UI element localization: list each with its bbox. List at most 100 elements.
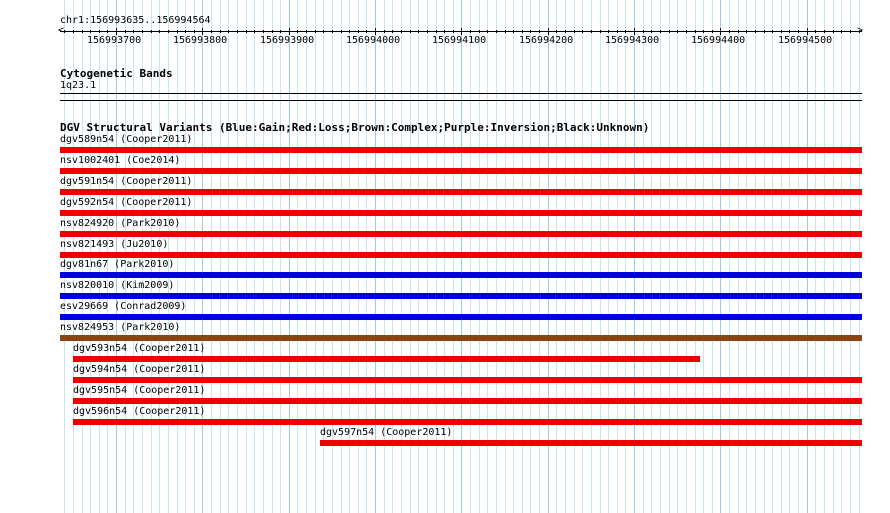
- cytoband-track-title: Cytogenetic Bands: [60, 67, 173, 80]
- ruler-minor-tick: [513, 30, 514, 33]
- dgv-feature-bar-loss[interactable]: [60, 168, 862, 174]
- ruler-minor-tick: [453, 30, 454, 33]
- dgv-feature-bar-gain[interactable]: [60, 272, 862, 278]
- ruler-minor-tick: [185, 30, 186, 33]
- ruler-minor-tick: [833, 30, 834, 33]
- ruler-tick-label: 156994100: [432, 35, 487, 46]
- dgv-feature-bar-gain[interactable]: [60, 314, 862, 320]
- ruler-minor-tick: [565, 30, 566, 33]
- ruler-minor-tick: [859, 30, 860, 33]
- ruler-minor-tick: [850, 30, 851, 33]
- ruler-major-tick: [289, 28, 290, 35]
- dgv-feature-bar-loss[interactable]: [73, 356, 700, 362]
- dgv-feature-label: esv29669 (Conrad2009): [60, 301, 187, 312]
- ruler-minor-tick: [220, 30, 221, 33]
- ruler-minor-tick: [841, 30, 842, 33]
- dgv-feature-bar-loss[interactable]: [60, 231, 862, 237]
- ruler-minor-tick: [695, 30, 696, 33]
- dgv-feature-label: dgv589n54 (Cooper2011): [60, 134, 193, 145]
- ruler-tick-label: 156994300: [605, 35, 660, 46]
- ruler-minor-tick: [651, 30, 652, 33]
- dgv-feature-label: dgv596n54 (Cooper2011): [73, 406, 206, 417]
- ruler-minor-tick: [582, 30, 583, 33]
- ruler-minor-tick: [358, 30, 359, 33]
- ruler-minor-tick: [366, 30, 367, 33]
- ruler-minor-tick: [349, 30, 350, 33]
- ruler-minor-tick: [384, 30, 385, 33]
- ruler-tick-label: 156993800: [173, 35, 228, 46]
- ruler-major-tick: [116, 28, 117, 35]
- ruler-minor-tick: [703, 30, 704, 33]
- ruler-tick-label: 156993900: [260, 35, 315, 46]
- dgv-feature-bar-loss[interactable]: [60, 147, 862, 153]
- ruler-minor-tick: [315, 30, 316, 33]
- dgv-feature-bar-loss[interactable]: [320, 440, 862, 446]
- ruler-minor-tick: [177, 30, 178, 33]
- dgv-feature-bar-loss[interactable]: [73, 377, 862, 383]
- ruler-minor-tick: [194, 30, 195, 33]
- cytoband-label[interactable]: 1q23.1: [60, 80, 96, 92]
- ruler-minor-tick: [669, 30, 670, 33]
- ruler-minor-tick: [125, 30, 126, 33]
- ruler-minor-tick: [418, 30, 419, 33]
- dgv-feature-bar-loss[interactable]: [60, 189, 862, 195]
- dgv-feature-bar-loss[interactable]: [73, 419, 862, 425]
- ruler-minor-tick: [436, 30, 437, 33]
- ruler-major-tick: [634, 28, 635, 35]
- dgv-feature-label: dgv593n54 (Cooper2011): [73, 343, 206, 354]
- ruler-minor-tick: [556, 30, 557, 33]
- dgv-feature-bar-loss[interactable]: [60, 210, 862, 216]
- ruler-minor-tick: [789, 30, 790, 33]
- ruler-minor-tick: [263, 30, 264, 33]
- ruler-minor-tick: [643, 30, 644, 33]
- dgv-feature-bar-loss[interactable]: [60, 252, 862, 258]
- ruler-minor-tick: [496, 30, 497, 33]
- ruler-right-arrow: >: [857, 25, 864, 36]
- dgv-feature-label: nsv1002401 (Coe2014): [60, 155, 181, 166]
- ruler-minor-tick: [746, 30, 747, 33]
- ruler-minor-tick: [159, 30, 160, 33]
- ruler-minor-tick: [280, 30, 281, 33]
- ruler-minor-tick: [427, 30, 428, 33]
- ruler-minor-tick: [755, 30, 756, 33]
- ruler-minor-tick: [608, 30, 609, 33]
- ruler-minor-tick: [470, 30, 471, 33]
- dgv-feature-bar-loss[interactable]: [73, 398, 862, 404]
- dgv-feature-label: nsv820010 (Kim2009): [60, 280, 175, 291]
- ruler-minor-tick: [660, 30, 661, 33]
- dgv-feature-bar-gain[interactable]: [60, 293, 862, 299]
- ruler-minor-tick: [617, 30, 618, 33]
- ruler-minor-tick: [82, 30, 83, 33]
- ruler-minor-tick: [444, 30, 445, 33]
- ruler-minor-tick: [246, 30, 247, 33]
- ruler-major-tick: [807, 28, 808, 35]
- ruler-minor-tick: [297, 30, 298, 33]
- ruler-minor-tick: [64, 30, 65, 33]
- ruler-minor-tick: [764, 30, 765, 33]
- ruler-tick-label: 156994200: [519, 35, 574, 46]
- ruler-minor-tick: [237, 30, 238, 33]
- ruler-minor-tick: [781, 30, 782, 33]
- ruler-minor-tick: [341, 30, 342, 33]
- ruler-minor-tick: [410, 30, 411, 33]
- dgv-feature-bar-complex[interactable]: [60, 335, 862, 341]
- dgv-feature-label: dgv597n54 (Cooper2011): [320, 427, 453, 438]
- dgv-feature-label: nsv824953 (Park2010): [60, 322, 181, 333]
- ruler-minor-tick: [133, 30, 134, 33]
- dgv-track-title: DGV Structural Variants (Blue:Gain;Red:L…: [60, 121, 650, 134]
- dgv-feature-label: dgv594n54 (Cooper2011): [73, 364, 206, 375]
- ruler-minor-tick: [530, 30, 531, 33]
- ruler-minor-tick: [107, 30, 108, 33]
- ruler-minor-tick: [712, 30, 713, 33]
- ruler-major-tick: [202, 28, 203, 35]
- ruler-minor-tick: [254, 30, 255, 33]
- ruler-tick-label: 156993700: [87, 35, 142, 46]
- ruler-minor-tick: [487, 30, 488, 33]
- ruler-minor-tick: [99, 30, 100, 33]
- ruler-minor-tick: [90, 30, 91, 33]
- ruler-minor-tick: [479, 30, 480, 33]
- ruler-minor-tick: [272, 30, 273, 33]
- cytoband-line-bottom: [60, 100, 862, 101]
- ruler-minor-tick: [142, 30, 143, 33]
- ruler-minor-tick: [738, 30, 739, 33]
